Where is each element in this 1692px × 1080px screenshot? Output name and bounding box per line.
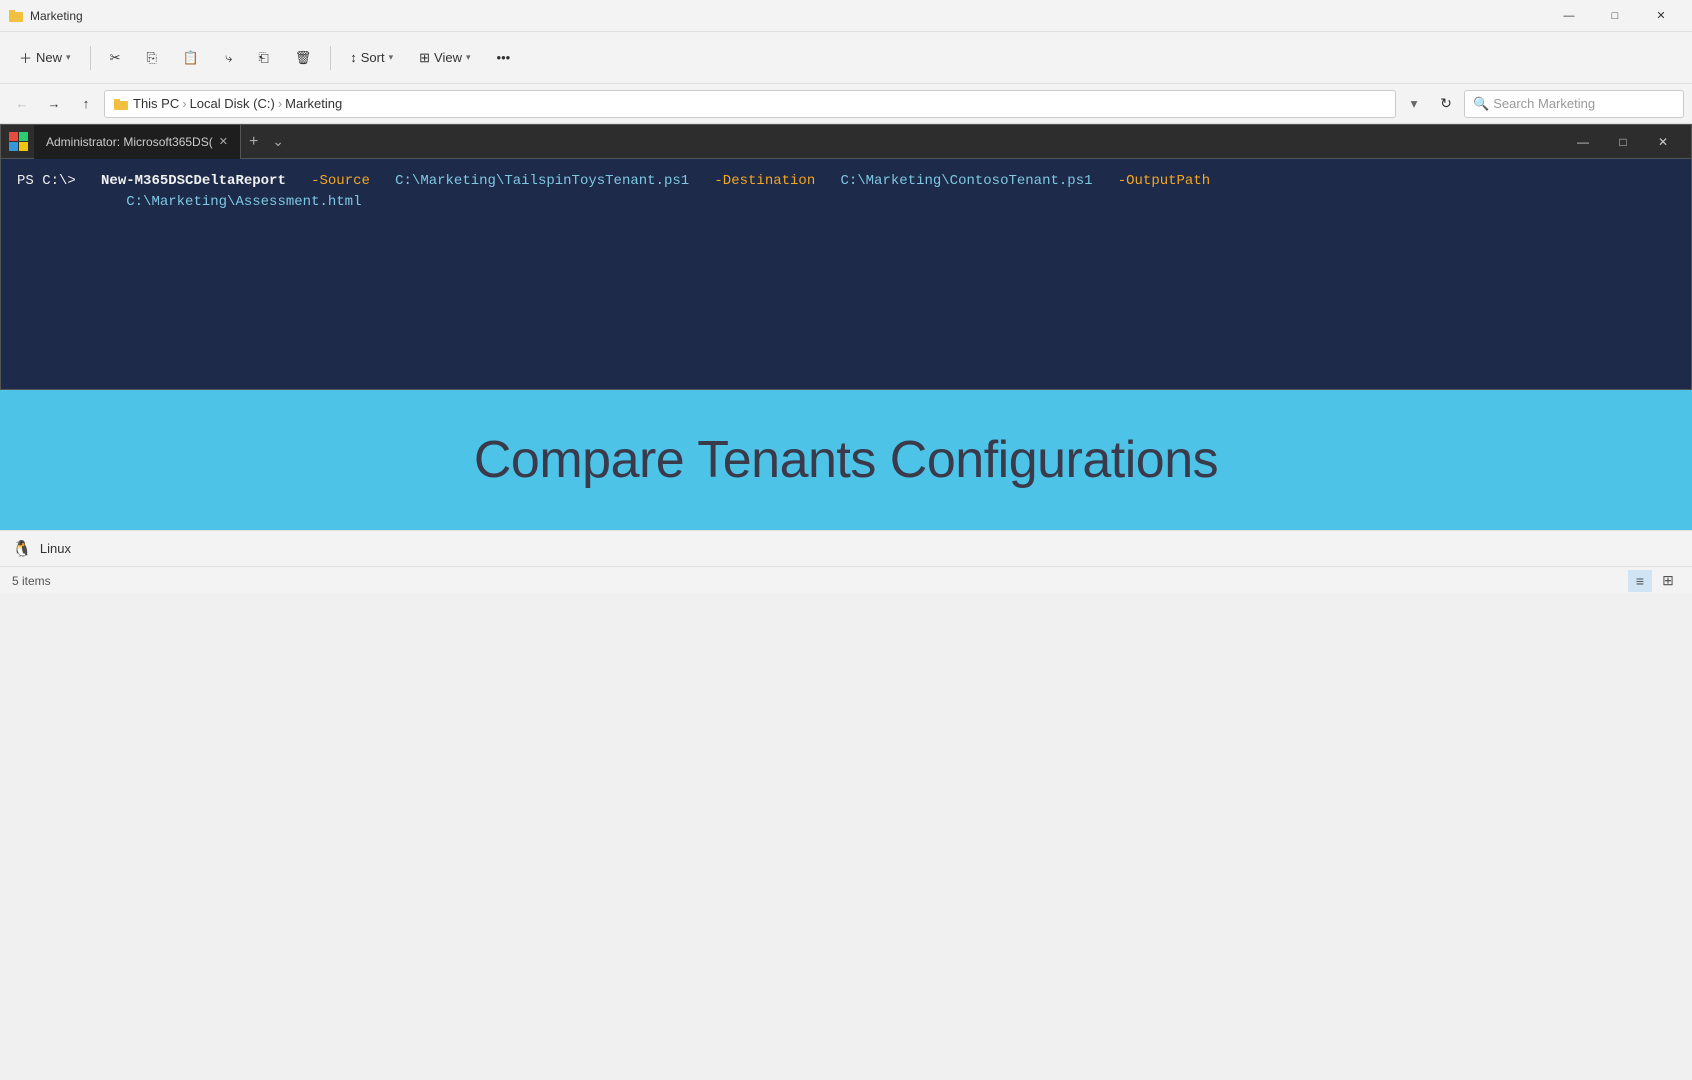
terminal-body: PS C:\> New-M365DSCDeltaReport -Source C… — [1, 159, 1691, 389]
minimize-button[interactable]: — — [1546, 0, 1592, 32]
path-marketing[interactable]: Marketing — [285, 96, 342, 111]
windows-logo-small — [9, 132, 28, 151]
delete-icon: 🗑 — [295, 50, 312, 66]
terminal-maximize-button[interactable]: □ — [1603, 125, 1643, 159]
window-controls: — □ ✕ — [1546, 0, 1684, 32]
terminal-minimize-button[interactable]: — — [1563, 125, 1603, 159]
path-local-disk[interactable]: Local Disk (C:) — [190, 96, 275, 111]
main-content: Administrator: Microsoft365DS( ✕ + ⌄ — □… — [0, 124, 1692, 530]
refresh-button[interactable]: ↻ — [1432, 90, 1460, 118]
copy-icon: ⎘ — [146, 50, 156, 66]
view-button[interactable]: ⊞ View ▾ — [408, 40, 481, 76]
new-chevron: ▾ — [66, 52, 71, 63]
new-label: New — [36, 50, 62, 65]
banner: Compare Tenants Configurations — [0, 390, 1692, 530]
terminal-close-button[interactable]: ✕ — [1643, 125, 1683, 159]
terminal-tab-label: Administrator: Microsoft365DS( — [46, 135, 213, 149]
ps-command: New-M365DSCDeltaReport — [101, 173, 286, 189]
title-bar: Marketing — □ ✕ — [0, 0, 1692, 32]
new-button[interactable]: ＋ New ▾ — [8, 40, 82, 76]
banner-text: Compare Tenants Configurations — [474, 430, 1218, 490]
view-label: View — [434, 50, 462, 65]
up-button[interactable]: ↑ — [72, 90, 100, 118]
ps-value-1: C:\Marketing\TailspinToysTenant.ps1 — [395, 173, 689, 189]
status-bar: 5 items ≡ ⊞ — [0, 566, 1692, 594]
sort-chevron: ▾ — [389, 52, 394, 63]
sort-button[interactable]: ↕ Sort ▾ — [339, 40, 404, 76]
back-button[interactable]: ← — [8, 90, 36, 118]
view-controls: ≡ ⊞ — [1628, 570, 1680, 592]
paste-icon: 📋 — [183, 50, 199, 66]
address-bar: ← → ↑ This PC › Local Disk (C:) › Market… — [0, 84, 1692, 124]
separator-2 — [330, 46, 331, 70]
terminal-window: Administrator: Microsoft365DS( ✕ + ⌄ — □… — [0, 124, 1692, 390]
separator-1 — [90, 46, 91, 70]
paste-button[interactable]: 📋 — [172, 40, 210, 76]
ps-value-2: C:\Marketing\ContosoTenant.ps1 — [840, 173, 1092, 189]
terminal-tab-close[interactable]: ✕ — [219, 135, 228, 148]
window-title: Marketing — [30, 9, 1546, 23]
copy2-button[interactable]: ⎗ — [247, 40, 279, 76]
ps-param-3: -OutputPath — [1118, 173, 1210, 189]
new-icon: ＋ — [19, 48, 32, 67]
copy-button[interactable]: ⎘ — [135, 40, 167, 76]
list-view-button[interactable]: ≡ — [1628, 570, 1652, 592]
items-count: 5 items — [12, 574, 51, 588]
ps-param-1: -Source — [311, 173, 370, 189]
linux-item[interactable]: 🐧 Linux — [0, 530, 1692, 566]
ps-prompt: PS C:\> — [17, 173, 76, 189]
terminal-command-line: PS C:\> New-M365DSCDeltaReport -Source C… — [17, 171, 1675, 213]
search-icon: 🔍 — [1473, 96, 1489, 112]
terminal-tab[interactable]: Administrator: Microsoft365DS( ✕ — [34, 125, 241, 159]
sort-icon: ↕ — [350, 50, 357, 65]
linux-label: Linux — [40, 541, 71, 556]
view-chevron: ▾ — [466, 52, 471, 63]
more-icon: ••• — [497, 50, 511, 65]
terminal-win-controls: — □ ✕ — [1563, 125, 1683, 159]
more-button[interactable]: ••• — [486, 40, 522, 76]
view-icon: ⊞ — [419, 50, 430, 66]
move-button[interactable]: ⤷ — [214, 40, 243, 76]
address-dropdown-button[interactable]: ▾ — [1400, 90, 1428, 118]
search-placeholder: Search Marketing — [1493, 96, 1595, 111]
grid-view-button[interactable]: ⊞ — [1656, 570, 1680, 592]
move-icon: ⤷ — [225, 50, 232, 66]
address-path[interactable]: This PC › Local Disk (C:) › Marketing — [104, 90, 1396, 118]
delete-button[interactable]: 🗑 — [284, 40, 323, 76]
folder-icon — [113, 96, 129, 112]
ps-param-2: -Destination — [714, 173, 815, 189]
grid-view-icon: ⊞ — [1662, 572, 1674, 589]
toolbar: ＋ New ▾ ✂ ⎘ 📋 ⤷ ⎗ 🗑 ↕ Sort ▾ ⊞ View ▾ ••… — [0, 32, 1692, 84]
forward-button[interactable]: → — [40, 90, 68, 118]
copy2-icon: ⎗ — [258, 50, 268, 66]
ps-value-3: C:\Marketing\Assessment.html — [126, 194, 361, 210]
ps-outputpath-label — [17, 194, 118, 210]
list-view-icon: ≡ — [1636, 573, 1644, 589]
maximize-button[interactable]: □ — [1592, 0, 1638, 32]
cut-icon: ✂ — [110, 50, 121, 66]
close-button[interactable]: ✕ — [1638, 0, 1684, 32]
terminal-tab-add[interactable]: + — [241, 133, 266, 151]
terminal-title-bar: Administrator: Microsoft365DS( ✕ + ⌄ — □… — [1, 125, 1691, 159]
window-icon — [8, 8, 24, 24]
terminal-tab-more[interactable]: ⌄ — [266, 133, 290, 150]
linux-icon: 🐧 — [12, 539, 32, 559]
sort-label: Sort — [361, 50, 385, 65]
path-this-pc[interactable]: This PC — [133, 96, 179, 111]
cut-button[interactable]: ✂ — [99, 40, 132, 76]
search-box[interactable]: 🔍 Search Marketing — [1464, 90, 1684, 118]
